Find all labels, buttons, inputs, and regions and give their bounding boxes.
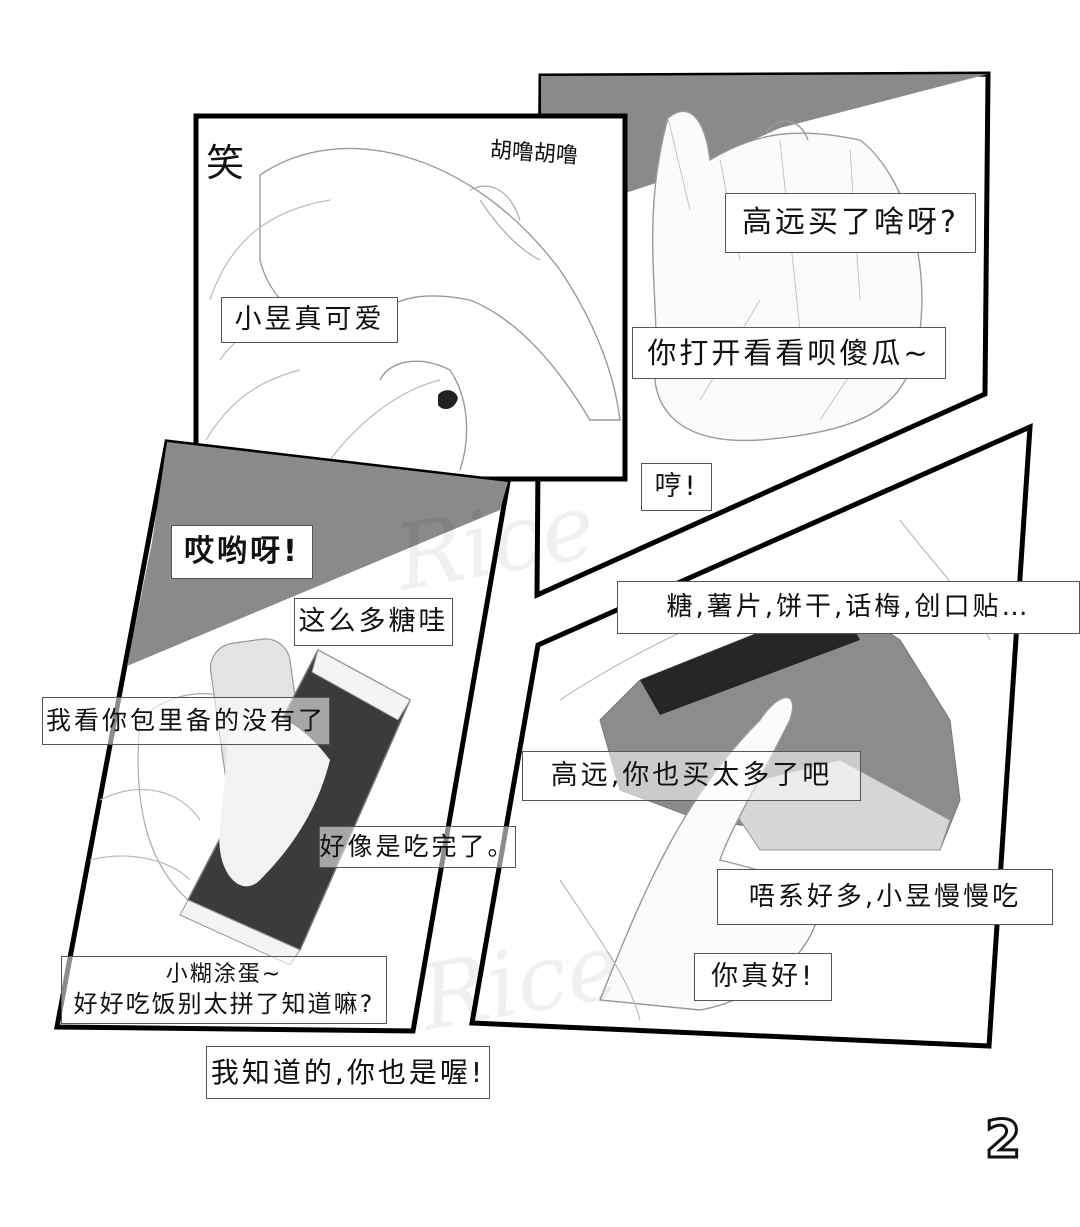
- caption-items-list: 糖,薯片,饼干,话梅,创口贴…: [617, 581, 1080, 634]
- caption-not-much: 唔系好多,小昱慢慢吃: [717, 869, 1053, 925]
- caption-what-bought: 高远买了啥呀?: [725, 193, 976, 253]
- sfx-rub: 胡噜胡噜: [489, 137, 579, 170]
- page-number: 2: [983, 1109, 1022, 1172]
- caption-too-much: 高远,你也买太多了吧: [522, 751, 861, 801]
- caption-open-it: 你打开看看呗傻瓜~: [632, 327, 946, 379]
- caption-finished: 好像是吃完了。: [319, 826, 516, 868]
- sfx-laugh: 笑: [206, 141, 245, 185]
- caption-hmph: 哼!: [641, 463, 712, 511]
- caption-silly-line2: 好好吃饭别太拼了知道嘛?: [73, 989, 375, 1018]
- caption-silly-line1: 小糊涂蛋~: [165, 962, 283, 988]
- caption-cute: 小昱真可爱: [221, 297, 398, 343]
- caption-so-much-candy: 这么多糖哇: [294, 598, 453, 646]
- caption-so-nice: 你真好!: [694, 953, 832, 1001]
- caption-aiyo: 哎哟呀!: [171, 525, 313, 579]
- caption-bag-empty: 我看你包里备的没有了: [42, 697, 330, 745]
- caption-i-know: 我知道的,你也是喔!: [206, 1046, 490, 1099]
- caption-silly: 小糊涂蛋~ 好好吃饭别太拼了知道嘛?: [61, 956, 387, 1024]
